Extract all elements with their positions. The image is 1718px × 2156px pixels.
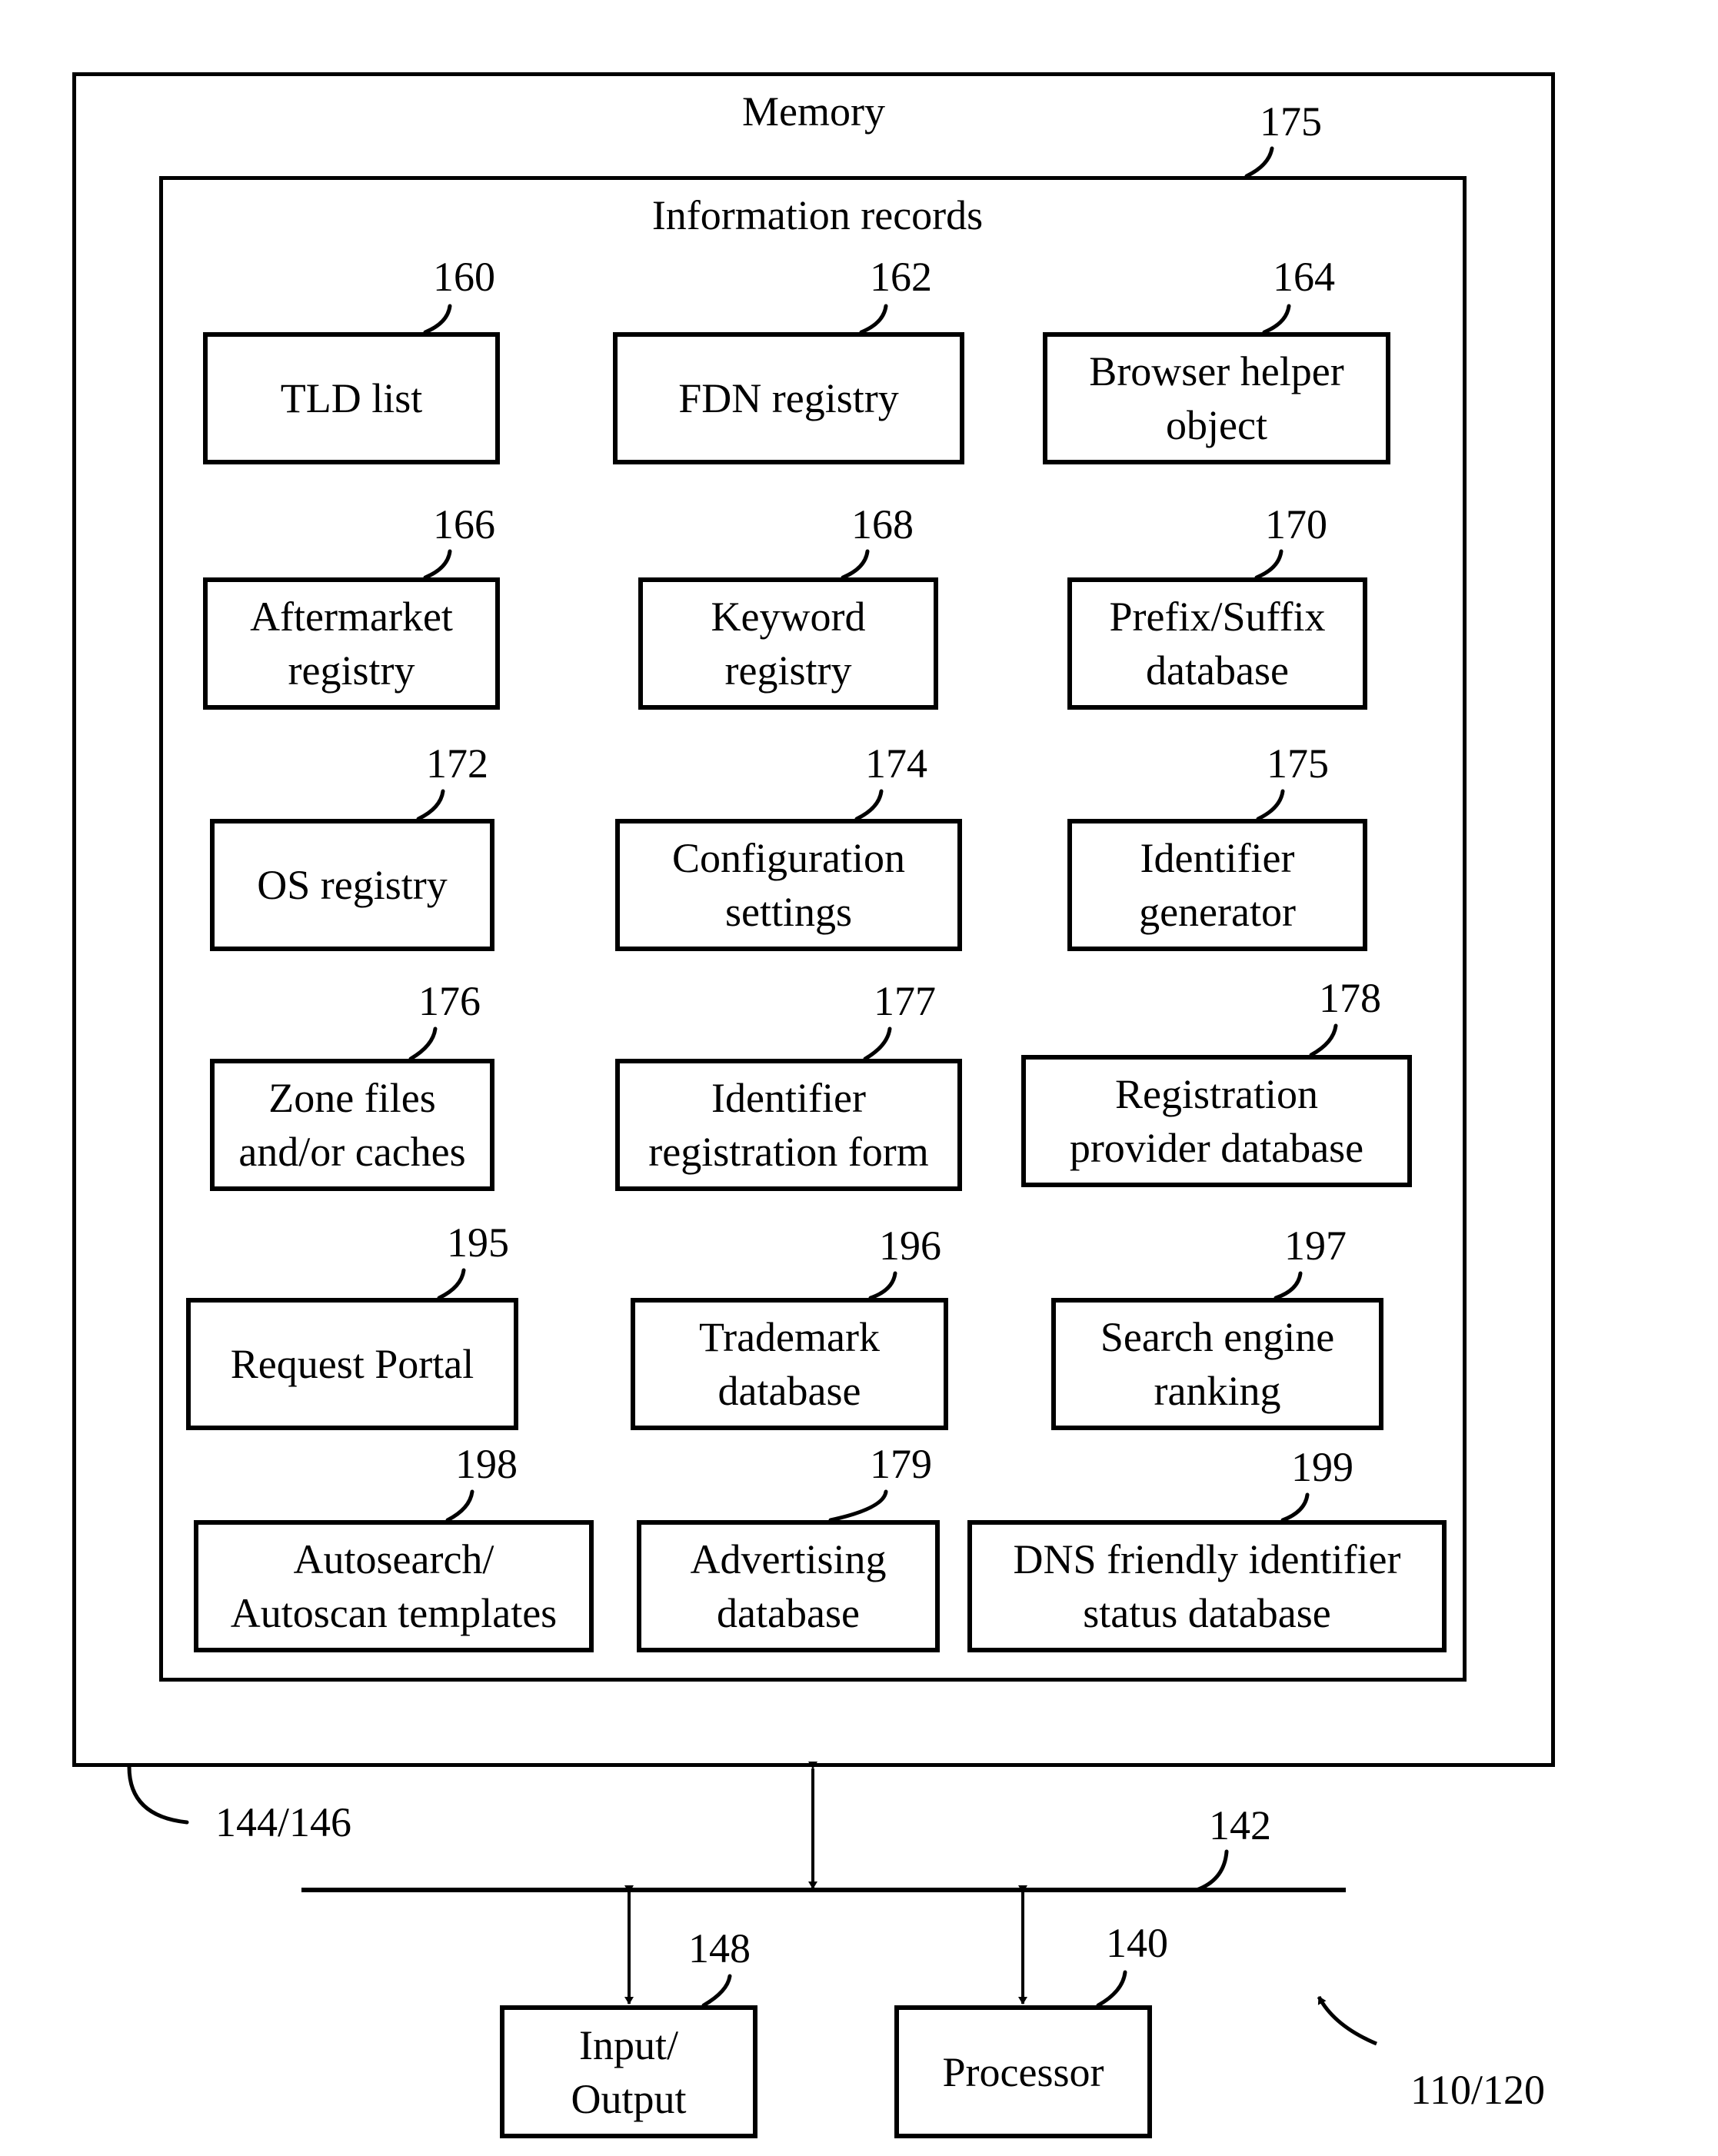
leader-line (859, 304, 888, 334)
leader-line (437, 1268, 466, 1300)
leader-line (841, 549, 870, 580)
leader-line (701, 1974, 732, 2008)
connector-layer (127, 146, 1377, 2046)
system-pointer-arrow (1317, 1995, 1377, 2046)
leader-line (854, 789, 884, 821)
leader-line (828, 1489, 888, 1522)
leader-line (868, 1271, 897, 1300)
leader-line (1194, 1849, 1229, 1892)
leader-line (1256, 789, 1285, 821)
leader-line (423, 304, 452, 334)
leader-line (1274, 1271, 1303, 1300)
leader-line (423, 549, 452, 580)
leader-line (445, 1489, 474, 1522)
leader-line (127, 1765, 189, 1825)
leader-line (1096, 1970, 1127, 2008)
leader-line (863, 1026, 892, 1061)
leader-line (1262, 304, 1291, 334)
leader-line (1280, 1492, 1310, 1522)
leader-line (416, 789, 445, 821)
leader-line (1309, 1023, 1338, 1057)
leader-line (1254, 549, 1284, 580)
leader-line (408, 1026, 438, 1061)
leader-line (1244, 146, 1274, 178)
